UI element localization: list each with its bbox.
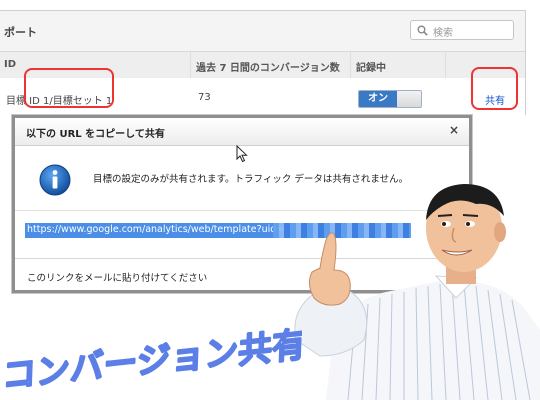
header-id: ID (4, 59, 17, 70)
conversion-count: 73 (198, 92, 211, 103)
search-input[interactable]: 検索 (410, 20, 514, 40)
search-icon (417, 25, 428, 36)
highlight-ring-goal (24, 68, 114, 108)
share-url: https://www.google.com/analytics/web/tem… (27, 224, 285, 235)
close-icon[interactable]: × (445, 123, 463, 139)
info-icon (39, 164, 71, 196)
caption-text: コンバージョン共有 (2, 325, 302, 394)
presenter-photo (294, 184, 540, 400)
highlight-ring-share (471, 67, 518, 110)
recording-toggle[interactable]: オン (358, 90, 422, 108)
caption-handwriting: コンバージョン共有 (2, 323, 302, 394)
toggle-on-label: オン (359, 91, 397, 107)
dialog-title: 以下の URL をコピーして共有 (26, 129, 165, 140)
header-conversions: 過去 7 日間のコンバージョン数 (196, 63, 340, 74)
dialog-footer-text: このリンクをメールに貼り付けてください (27, 273, 208, 284)
panel-title: ポート (4, 26, 37, 39)
toggle-off-knob (397, 91, 421, 107)
header-recording: 記録中 (356, 63, 386, 74)
mouse-cursor-icon (236, 145, 248, 163)
dialog-header: 以下の URL をコピーして共有 × (15, 118, 469, 146)
search-placeholder: 検索 (433, 28, 453, 39)
